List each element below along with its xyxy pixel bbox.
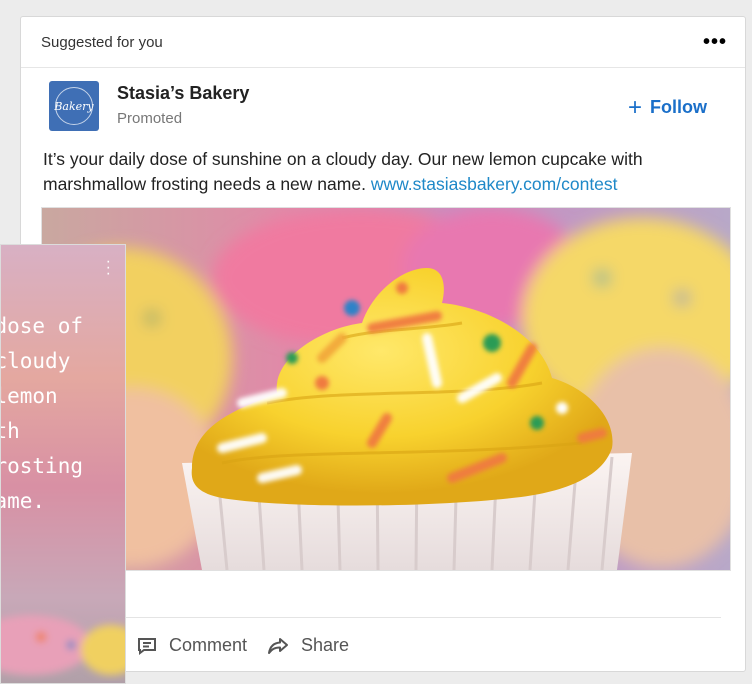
actions-divider <box>21 617 721 618</box>
cupcake-photo <box>42 208 730 570</box>
overlay-caption: dose of cloudy lemon th rosting ame. <box>0 314 83 513</box>
comment-label: Comment <box>169 635 248 655</box>
bakery-logo[interactable]: Bakery <box>49 81 99 131</box>
post-text: It’s your daily dose of sunshine on a cl… <box>43 147 723 197</box>
plus-icon: + <box>627 93 642 121</box>
author-block: Bakery Stasia’s Bakery Promoted <box>49 81 249 131</box>
more-options-icon[interactable]: ••• <box>703 32 727 52</box>
promoted-label: Promoted <box>117 110 183 127</box>
post-link[interactable]: www.stasiasbakery.com/contest <box>371 174 618 194</box>
share-icon <box>267 637 289 655</box>
actions-bar: Comment Share <box>137 635 369 656</box>
author-text: Stasia’s Bakery Promoted <box>117 81 249 131</box>
vertical-dots-icon[interactable]: · · · <box>106 254 111 282</box>
author-name[interactable]: Stasia’s Bakery <box>117 83 249 104</box>
follow-label: Follow <box>650 97 707 117</box>
suggested-label: Suggested for you <box>41 33 163 51</box>
comment-icon <box>137 637 157 655</box>
share-button[interactable]: Share <box>267 635 349 656</box>
comment-button[interactable]: Comment <box>137 635 247 656</box>
post-card: Suggested for you ••• Bakery Stasia’s Ba… <box>20 16 746 672</box>
story-overlay[interactable]: ··· dose of cloudy lemon th rosting ame. <box>0 244 126 684</box>
follow-button[interactable]: + Follow <box>627 93 707 121</box>
post-image[interactable] <box>41 207 731 571</box>
logo-text: Bakery <box>54 99 94 113</box>
share-label: Share <box>301 635 350 655</box>
card-header: Suggested for you ••• <box>21 17 745 68</box>
